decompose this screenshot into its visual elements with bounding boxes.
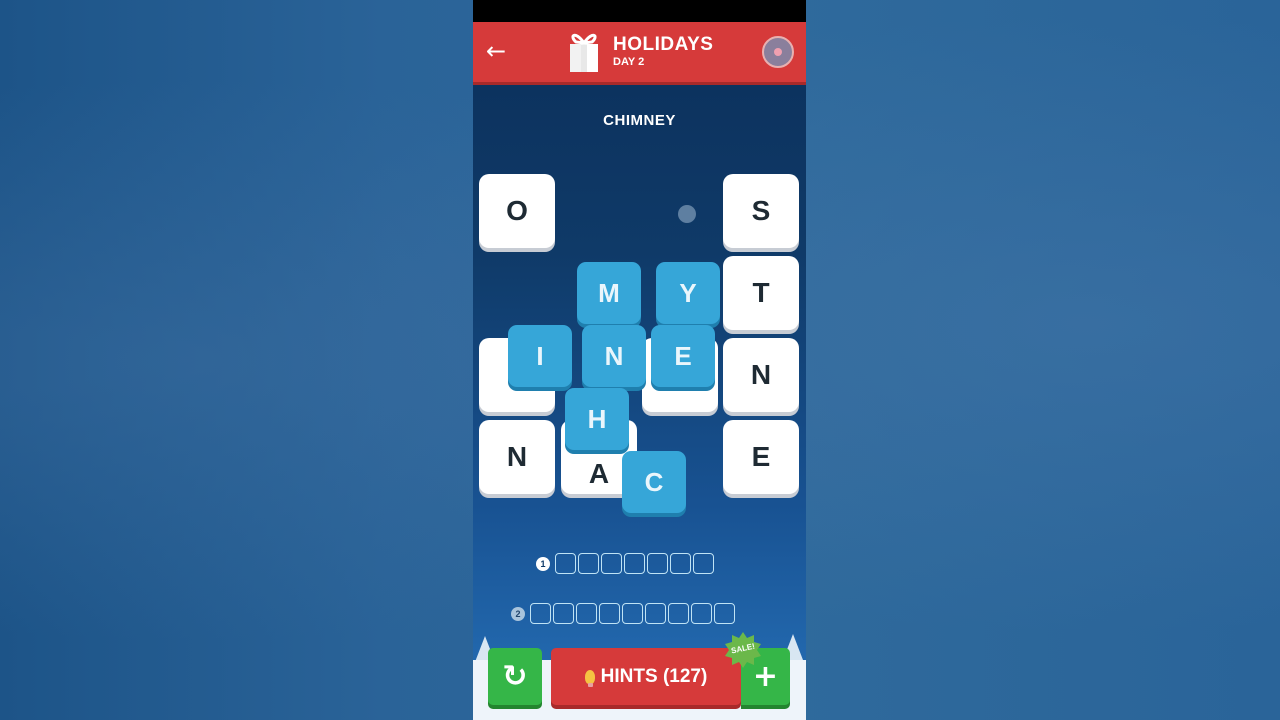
answer-letter-box (601, 553, 622, 574)
level-title: HOLIDAYS (613, 34, 714, 55)
level-day: DAY 2 (613, 56, 645, 68)
letter-tile[interactable]: N (723, 338, 799, 412)
selected-letter-tile[interactable]: H (565, 388, 629, 450)
restart-icon: ↻ (502, 659, 528, 694)
answer-row-2: 2 (511, 603, 735, 624)
answer-letter-box (576, 603, 597, 624)
selected-letter-tile[interactable]: E (651, 325, 715, 387)
selected-letter-tile[interactable]: C (622, 451, 686, 513)
restart-button[interactable]: ↻ (488, 648, 542, 705)
hints-label: HINTS (127) (600, 665, 708, 687)
selected-letter-tile[interactable]: I (508, 325, 572, 387)
letter-tile[interactable]: E (723, 420, 799, 494)
selected-letter-tile[interactable]: Y (656, 262, 720, 324)
answer-number: 1 (536, 556, 550, 571)
header-bar: ← HOLIDAYS DAY 2 (473, 22, 806, 82)
letter-tile[interactable]: T (723, 256, 799, 330)
letter-tile[interactable]: S (723, 174, 799, 248)
music-disc-icon[interactable] (762, 36, 794, 68)
hints-button[interactable]: HINTS (127) (551, 648, 741, 705)
letter-tile[interactable]: N (479, 420, 555, 494)
answer-letter-box (645, 603, 666, 624)
answer-number: 2 (511, 606, 525, 621)
answer-letter-box (624, 553, 645, 574)
answer-letter-box (622, 603, 643, 624)
answer-row-1: 1 (536, 553, 714, 574)
clue-text: CHIMNEY (603, 112, 676, 129)
answer-letter-box (693, 553, 714, 574)
cursor-dot (678, 205, 696, 223)
answer-letter-box (714, 603, 735, 624)
selected-letter-tile[interactable]: M (577, 262, 641, 324)
answer-letter-box (668, 603, 689, 624)
status-bar (473, 0, 806, 22)
answer-letter-box (553, 603, 574, 624)
answer-letter-box (647, 553, 668, 574)
gift-icon (570, 33, 598, 72)
answer-letter-box (691, 603, 712, 624)
answer-letter-box (530, 603, 551, 624)
back-arrow-icon[interactable]: ← (481, 36, 511, 66)
lightbulb-icon (584, 669, 595, 687)
answer-letter-box (670, 553, 691, 574)
letter-tile[interactable]: O (479, 174, 555, 248)
game-screen: ← HOLIDAYS DAY 2 CHIMNEY O S T N N A E M… (473, 0, 806, 720)
selected-letter-tile[interactable]: N (582, 325, 646, 387)
answer-letter-box (555, 553, 576, 574)
answer-letter-box (599, 603, 620, 624)
answer-letter-box (578, 553, 599, 574)
